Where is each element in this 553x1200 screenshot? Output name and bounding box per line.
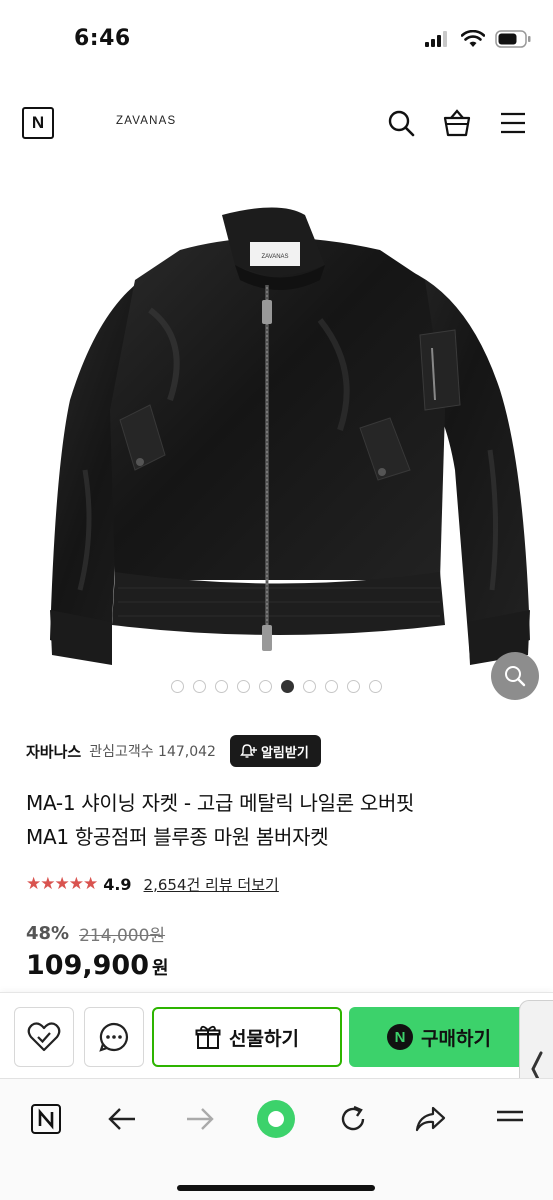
- rating-score: 4.9: [103, 874, 132, 894]
- store-header: N ZAVANAS: [0, 90, 553, 156]
- zoom-icon: [505, 666, 526, 687]
- zoom-button[interactable]: [491, 652, 539, 700]
- alarm-button[interactable]: 알림받기: [229, 735, 321, 767]
- page-dot[interactable]: [259, 680, 272, 693]
- product-title: MA-1 샤이닝 자켓 - 고급 메탈릭 나일론 오버핏 MA1 항공점퍼 블루…: [26, 786, 536, 854]
- status-time: 6:46: [74, 26, 131, 51]
- chat-button[interactable]: [84, 1007, 144, 1067]
- battery-icon: [495, 30, 531, 48]
- buy-label: 구매하기: [421, 1027, 491, 1050]
- purchase-action-bar: 선물하기 N 구매하기: [0, 992, 553, 1078]
- page-dot-active[interactable]: [281, 680, 294, 693]
- page-dot[interactable]: [303, 680, 316, 693]
- discount-row: 48% 214,000원: [26, 921, 536, 946]
- page-dot[interactable]: [215, 680, 228, 693]
- gift-icon: [195, 1025, 221, 1049]
- naver-logo[interactable]: N: [22, 107, 54, 139]
- interest-count: 관심고객수 147,042: [89, 744, 216, 760]
- page-dot[interactable]: [347, 680, 360, 693]
- star-rating: ★★★★★: [26, 874, 98, 894]
- naver-n-icon[interactable]: [26, 1099, 66, 1139]
- bell-plus-icon: [240, 744, 257, 758]
- page-dot[interactable]: [237, 680, 250, 693]
- browser-toolbar: [0, 1078, 553, 1200]
- image-pagination: [0, 680, 553, 693]
- page-dot[interactable]: [325, 680, 338, 693]
- refresh-icon[interactable]: [333, 1099, 373, 1139]
- share-icon[interactable]: [410, 1099, 450, 1139]
- original-price: 214,000원: [79, 926, 166, 946]
- green-circle-icon[interactable]: [256, 1099, 296, 1139]
- signal-bars-icon: [425, 31, 447, 47]
- wifi-icon: [461, 30, 485, 47]
- page-dot[interactable]: [369, 680, 382, 693]
- rating-row: ★★★★★ 4.9 2,654건 리뷰 더보기: [26, 872, 536, 896]
- status-bar: 6:46: [0, 0, 553, 84]
- currency-unit: 원: [151, 958, 169, 979]
- brand-name[interactable]: ZAVANAS: [116, 115, 176, 127]
- logo-letter: N: [31, 113, 45, 132]
- alarm-label: 알림받기: [260, 745, 309, 761]
- heart-check-icon: [27, 1022, 61, 1052]
- jacket-label-text: ZAVANAS: [261, 254, 288, 260]
- menu-lines-icon[interactable]: [490, 1099, 530, 1139]
- discount-rate: 48%: [26, 923, 70, 944]
- product-image[interactable]: ZAVANAS: [0, 170, 553, 710]
- review-link[interactable]: 2,654건 리뷰 더보기: [144, 874, 279, 895]
- status-icons: [425, 30, 531, 48]
- page-dot[interactable]: [171, 680, 184, 693]
- title-line-1: MA-1 샤이닝 자켓 - 고급 메탈릭 나일론 오버핏: [26, 791, 415, 815]
- home-indicator: [177, 1185, 375, 1191]
- wishlist-button[interactable]: [14, 1007, 74, 1067]
- arrow-right-icon[interactable]: [180, 1099, 220, 1139]
- jacket-image: ZAVANAS: [50, 207, 530, 665]
- page-dot[interactable]: [193, 680, 206, 693]
- gift-label: 선물하기: [229, 1027, 299, 1050]
- npay-icon: N: [387, 1024, 413, 1050]
- arrow-left-icon[interactable]: [102, 1099, 142, 1139]
- hamburger-menu-icon[interactable]: [496, 106, 530, 140]
- gift-button[interactable]: 선물하기: [152, 1007, 342, 1067]
- title-line-2: MA1 항공점퍼 블루종 마원 봄버자켓: [26, 825, 329, 849]
- price-row: 109,900 원: [26, 950, 536, 981]
- search-icon[interactable]: [384, 106, 418, 140]
- chat-bubble-icon: [99, 1022, 129, 1052]
- shopping-bag-icon[interactable]: [440, 106, 474, 140]
- seller-name[interactable]: 자바나스: [26, 741, 81, 762]
- sale-price: 109,900: [26, 950, 149, 981]
- seller-row: 자바나스 관심고객수 147,042 알림받기: [26, 733, 536, 769]
